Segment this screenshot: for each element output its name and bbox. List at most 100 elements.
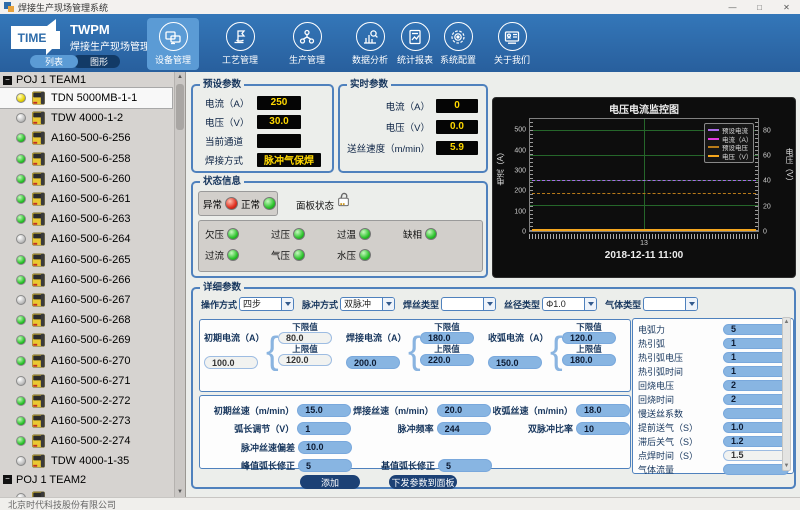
pulse-wire-speed-offset-input[interactable]: 10.0	[298, 441, 352, 454]
peak-arc-correction-input[interactable]: 5	[298, 459, 352, 472]
status-led	[16, 194, 26, 204]
wire-diameter-select[interactable]: Φ1.0	[542, 297, 597, 311]
pulse-frequency-input[interactable]: 244	[437, 422, 491, 435]
tree-item[interactable]: A160-500-6-261	[0, 189, 172, 209]
tree-item[interactable]: A160-500-6-263	[0, 209, 172, 229]
chevron-down-icon[interactable]	[483, 298, 495, 310]
tree-group-team1[interactable]: − POJ 1 TEAM1	[0, 72, 185, 88]
tree-item[interactable]: TDN 5000MB-1-1	[0, 88, 172, 108]
chevron-down-icon[interactable]	[382, 298, 394, 310]
add-button[interactable]: 添加	[300, 475, 360, 489]
alarm-led	[425, 228, 437, 240]
realtime-params-title: 实时参数	[347, 79, 391, 91]
tree-item[interactable]: A160-500-6-271	[0, 371, 172, 391]
tree-item[interactable]: TDW 4000-1-2	[0, 108, 172, 128]
initial-current-upper-input[interactable]: 120.0	[278, 354, 332, 366]
alarm-panel: 欠压 过压 过温 缺相 过流 气压 水压	[198, 220, 483, 272]
nav-process-management[interactable]: 工艺管理	[214, 18, 266, 70]
tree-item[interactable]: A160-500-6-256	[0, 128, 172, 148]
alarm-led	[293, 228, 305, 240]
nav-production-management[interactable]: 生产管理	[281, 18, 333, 70]
base-arc-correction-input[interactable]: 5	[438, 459, 492, 472]
alarm-led	[359, 249, 371, 261]
chevron-down-icon[interactable]	[281, 298, 293, 310]
brace: {	[408, 320, 420, 391]
tree-item[interactable]: A160-500-6-260	[0, 169, 172, 189]
gas-type-select[interactable]	[643, 297, 698, 311]
initial-wire-speed-input[interactable]: 15.0	[297, 404, 351, 417]
legend-swatch	[708, 138, 719, 140]
tree-item[interactable]: A160-500-6-270	[0, 350, 172, 370]
crater-current-input[interactable]: 150.0	[488, 356, 542, 369]
operation-mode-select[interactable]: 四步	[239, 297, 294, 311]
slow-wire-feed-input[interactable]	[723, 408, 789, 419]
tree-item-partial[interactable]	[0, 488, 172, 497]
tree-item[interactable]: A160-500-2-272	[0, 391, 172, 411]
company-name: 北京时代科技股份有限公司	[8, 498, 116, 510]
tree-item[interactable]: A160-500-6-267	[0, 290, 172, 310]
collapse-icon[interactable]: −	[3, 76, 12, 85]
close-button[interactable]: ✕	[773, 0, 800, 14]
arc-length-adjust-input[interactable]: 1	[297, 422, 351, 435]
burnback-time-input[interactable]: 2	[723, 394, 789, 405]
scroll-down-icon[interactable]: ▼	[784, 462, 790, 470]
maximize-button[interactable]: □	[746, 0, 773, 14]
collapse-icon[interactable]: −	[3, 475, 12, 484]
details-scrollbar[interactable]: ▲ ▼	[782, 317, 791, 471]
arc-force-input[interactable]: 5	[723, 324, 789, 335]
scroll-thumb[interactable]	[176, 84, 184, 130]
welding-current-upper-input[interactable]: 220.0	[420, 354, 474, 366]
tree-scrollbar[interactable]: ▲ ▼	[174, 72, 185, 497]
wire-type-select[interactable]	[441, 297, 496, 311]
nav-device-management[interactable]: 设备管理	[147, 18, 199, 70]
scroll-up-icon[interactable]: ▲	[177, 72, 183, 82]
chevron-down-icon[interactable]	[584, 298, 596, 310]
nav-about-us[interactable]: 关于我们	[486, 18, 538, 70]
welding-current-input[interactable]: 200.0	[346, 356, 400, 369]
minimize-button[interactable]: —	[719, 0, 746, 14]
preset-voltage-value: 30.0	[257, 115, 301, 129]
list-view-button[interactable]: 列表	[30, 55, 78, 68]
welder-icon	[31, 333, 46, 347]
send-params-button[interactable]: 下发参数到面板	[389, 475, 457, 489]
pulse-mode-select[interactable]: 双脉冲	[340, 297, 395, 311]
tree-item[interactable]: A160-500-6-265	[0, 250, 172, 270]
tree-item[interactable]: A160-500-6-258	[0, 149, 172, 169]
graphic-view-button[interactable]: 图形	[72, 55, 120, 68]
alarm-label: 缺相	[403, 227, 422, 241]
pre-gas-time-input[interactable]: 1.0	[723, 422, 789, 433]
crater-current-lower-input[interactable]: 120.0	[562, 332, 616, 344]
tree-item[interactable]: TDW 4000-1-35	[0, 451, 172, 471]
tree-item[interactable]: A160-500-6-268	[0, 310, 172, 330]
hot-start-time-input[interactable]: 1	[723, 366, 789, 377]
welding-current-lower-input[interactable]: 180.0	[420, 332, 474, 344]
tree-item[interactable]: A160-500-6-266	[0, 270, 172, 290]
crater-wire-speed-input[interactable]: 18.0	[576, 404, 630, 417]
tree-group-team2[interactable]: − POJ 1 TEAM2	[0, 472, 185, 488]
scroll-up-icon[interactable]: ▲	[784, 318, 790, 326]
tree-item[interactable]: A160-500-6-264	[0, 229, 172, 249]
gas-flow-input[interactable]	[723, 464, 789, 475]
spot-weld-time-input[interactable]: 1.5	[723, 450, 789, 461]
burnback-voltage-input[interactable]: 2	[723, 380, 789, 391]
tree-item[interactable]: A160-500-2-273	[0, 411, 172, 431]
crater-current-group: 收弧电流（A） 150.0 { 下限值 120.0 上限值 180.0	[488, 320, 630, 391]
voltage-current-monitor-chart: 电压电流监控图 电流（A） 电压（V） 0100200300400500 020…	[492, 97, 796, 278]
detail-params-box: 详细参数 操作方式 四步 脉冲方式 双脉冲 焊丝类型 丝径类型 Φ1.0 气体类…	[191, 287, 796, 489]
chart-legend: 预设电流 电流（A） 预设电压 电压（V）	[704, 123, 754, 163]
post-gas-time-input[interactable]: 1.2	[723, 436, 789, 447]
hot-start-input[interactable]: 1	[723, 338, 789, 349]
double-pulse-ratio-input[interactable]: 10	[576, 422, 630, 435]
initial-current-lower-input[interactable]: 80.0	[278, 332, 332, 344]
tree-item[interactable]: A160-500-6-269	[0, 330, 172, 350]
rt-voltage-label: 电压（V）	[340, 120, 436, 134]
hot-start-voltage-input[interactable]: 1	[723, 352, 789, 363]
tree-item[interactable]: A160-500-2-274	[0, 431, 172, 451]
nav-system-config[interactable]: 系统配置	[432, 18, 484, 70]
scroll-down-icon[interactable]: ▼	[177, 487, 183, 497]
crater-current-upper-input[interactable]: 180.0	[562, 354, 616, 366]
welding-wire-speed-input[interactable]: 20.0	[437, 404, 491, 417]
chevron-down-icon[interactable]	[685, 298, 697, 310]
initial-current-input[interactable]: 100.0	[204, 356, 258, 369]
app-header: TIME TWPM 焊接生产现场管理系统 列表 图形 设备管理 工艺管理 生产管…	[0, 14, 800, 72]
